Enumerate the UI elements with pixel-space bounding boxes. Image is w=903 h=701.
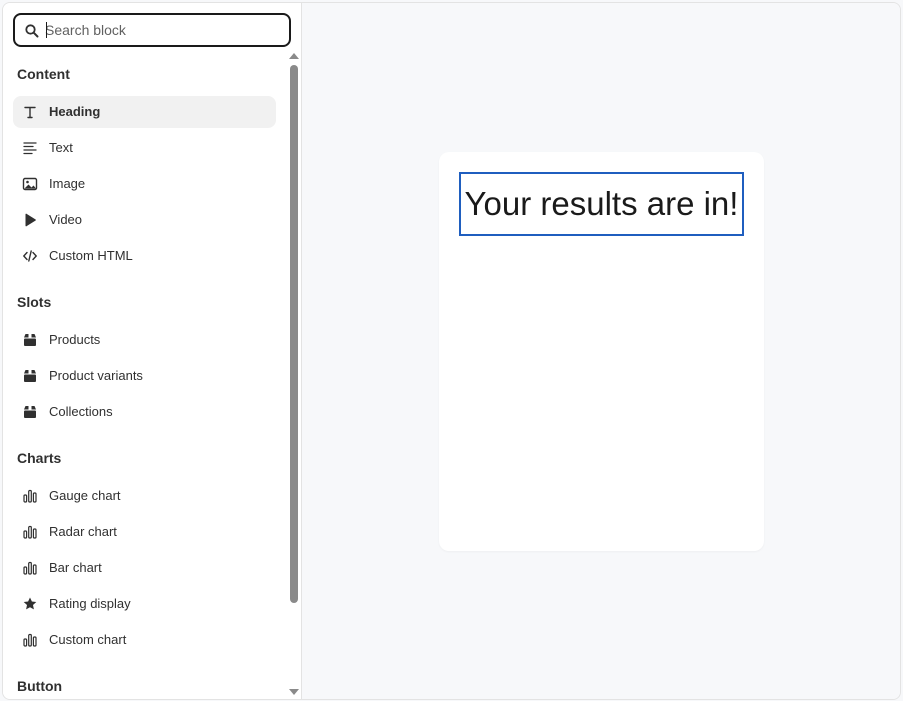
block-item-label: Custom chart	[49, 632, 127, 647]
block-item-label: Image	[49, 176, 86, 191]
block-picker-sidebar: Content Heading Text	[3, 3, 302, 699]
block-item-gauge-chart[interactable]: Gauge chart	[13, 480, 276, 512]
block-item-heading[interactable]: Heading	[13, 96, 276, 128]
search-input[interactable]	[45, 20, 280, 40]
text-heading-icon	[22, 104, 38, 120]
scrollbar-thumb[interactable]	[290, 65, 298, 603]
heading-text[interactable]: Your results are in!	[465, 185, 739, 223]
bar-chart-icon	[22, 632, 38, 648]
block-item-custom-html[interactable]: Custom HTML	[13, 240, 276, 272]
preview-canvas: Your results are in!	[302, 3, 900, 699]
block-item-video[interactable]: Video	[13, 204, 276, 236]
block-item-rating-display[interactable]: Rating display	[13, 588, 276, 620]
block-item-bar-chart[interactable]: Bar chart	[13, 552, 276, 584]
text-caret	[46, 22, 47, 38]
bar-chart-icon	[22, 488, 38, 504]
editor-window: Content Heading Text	[2, 2, 901, 700]
block-item-label: Rating display	[49, 596, 131, 611]
search-icon	[24, 23, 40, 39]
search-box[interactable]	[13, 13, 291, 47]
block-item-label: Video	[49, 212, 83, 227]
block-item-label: Products	[49, 332, 101, 347]
section-title-slots: Slots	[17, 294, 52, 310]
block-item-custom-chart[interactable]: Custom chart	[13, 624, 276, 656]
image-icon	[22, 176, 38, 192]
block-item-label: Radar chart	[49, 524, 117, 539]
star-icon	[22, 596, 38, 612]
block-item-product-variants[interactable]: Product variants	[13, 360, 276, 392]
play-icon	[22, 212, 38, 228]
section-title-button: Button	[17, 678, 63, 694]
block-item-label: Heading	[49, 104, 101, 119]
block-item-label: Text	[49, 140, 73, 155]
block-item-label: Custom HTML	[49, 248, 133, 263]
scroll-up-arrow-icon[interactable]	[289, 53, 299, 59]
block-item-label: Bar chart	[49, 560, 102, 575]
box-icon	[22, 332, 38, 348]
bar-chart-icon	[22, 524, 38, 540]
block-item-image[interactable]: Image	[13, 168, 276, 200]
block-item-products[interactable]: Products	[13, 324, 276, 356]
text-align-icon	[22, 140, 38, 156]
selected-heading-block[interactable]: Your results are in!	[459, 172, 744, 236]
box-icon	[22, 368, 38, 384]
scroll-down-arrow-icon[interactable]	[289, 689, 299, 695]
block-item-label: Collections	[49, 404, 113, 419]
section-title-charts: Charts	[17, 450, 62, 466]
page-card: Your results are in!	[439, 152, 764, 551]
code-icon	[22, 248, 38, 264]
block-item-label: Gauge chart	[49, 488, 121, 503]
bar-chart-icon	[22, 560, 38, 576]
section-title-content: Content	[17, 66, 70, 82]
block-item-text[interactable]: Text	[13, 132, 276, 164]
block-item-label: Product variants	[49, 368, 143, 383]
block-item-radar-chart[interactable]: Radar chart	[13, 516, 276, 548]
sidebar-scrollbar[interactable]	[287, 47, 301, 697]
box-icon	[22, 404, 38, 420]
block-item-collections[interactable]: Collections	[13, 396, 276, 428]
